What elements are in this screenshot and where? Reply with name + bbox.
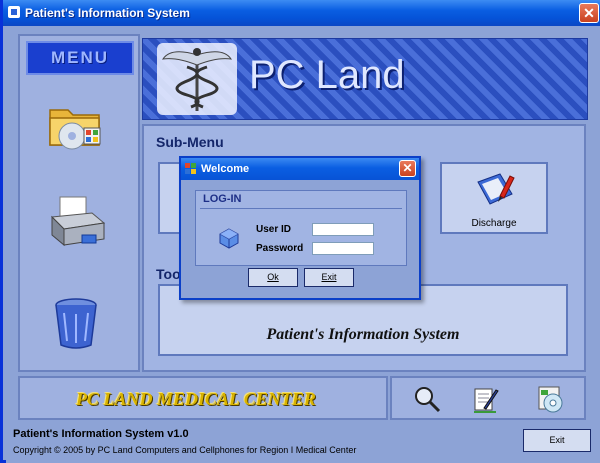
folder-cd-icon[interactable] (44, 92, 108, 156)
welcome-dialog: Welcome ✕ LOG-IN User ID Password Ok Exi… (179, 156, 421, 300)
tools-heading: Too (156, 266, 181, 282)
user-id-label: User ID (256, 224, 292, 235)
discharge-button[interactable]: Discharge (440, 162, 548, 234)
recycle-bin-icon[interactable] (44, 291, 108, 355)
notepad-pen-icon[interactable] (470, 384, 500, 414)
dialog-title-bar: Welcome ✕ (181, 158, 419, 180)
menu-button[interactable]: MENU (26, 41, 134, 75)
user-id-input[interactable] (312, 223, 374, 236)
pc-land-banner: PC Land (142, 38, 588, 120)
window-title: Patient's Information System (25, 6, 190, 20)
title-bar: Patient's Information System ✕ (3, 0, 600, 26)
submenu-heading: Sub-Menu (156, 134, 224, 150)
close-button[interactable]: ✕ (579, 3, 599, 23)
medical-center-logo: PC LAND MEDICAL CENTER (76, 389, 316, 409)
left-menu-panel: MENU (18, 34, 140, 372)
tools-panel (390, 376, 586, 420)
printer-icon[interactable] (44, 191, 108, 255)
password-input[interactable] (312, 242, 374, 255)
discharge-label: Discharge (471, 218, 517, 229)
app-version-text: Patient's Information System v1.0 (13, 428, 189, 440)
dialog-exit-button[interactable]: Exit (304, 268, 354, 287)
app-icon (8, 6, 20, 18)
magnifier-icon[interactable] (412, 384, 442, 414)
ok-button[interactable]: Ok (248, 268, 298, 287)
exit-button[interactable]: Exit (523, 429, 591, 452)
copyright-text: Copyright © 2005 by PC Land Computers an… (13, 445, 357, 455)
password-label: Password (256, 243, 304, 254)
status-bar: Patient's Information System v1.0 Copyri… (6, 424, 600, 463)
login-divider (200, 208, 402, 209)
caduceus-icon (157, 43, 237, 115)
system-info-text: Patient's Information System (266, 326, 460, 343)
discharge-icon (477, 173, 515, 205)
logo-panel: PC LAND MEDICAL CENTER (18, 376, 388, 420)
dialog-title: Welcome (201, 163, 250, 175)
login-cube-icon (219, 228, 239, 249)
cd-tools-icon[interactable] (536, 384, 566, 414)
login-group: LOG-IN User ID Password (195, 190, 407, 266)
login-heading: LOG-IN (203, 193, 242, 205)
dialog-close-button[interactable]: ✕ (399, 160, 416, 177)
main-window: Patient's Information System ✕ MENU PC L… (0, 0, 600, 463)
banner-title: PC Land (249, 53, 405, 97)
windows-flag-icon (185, 163, 196, 174)
